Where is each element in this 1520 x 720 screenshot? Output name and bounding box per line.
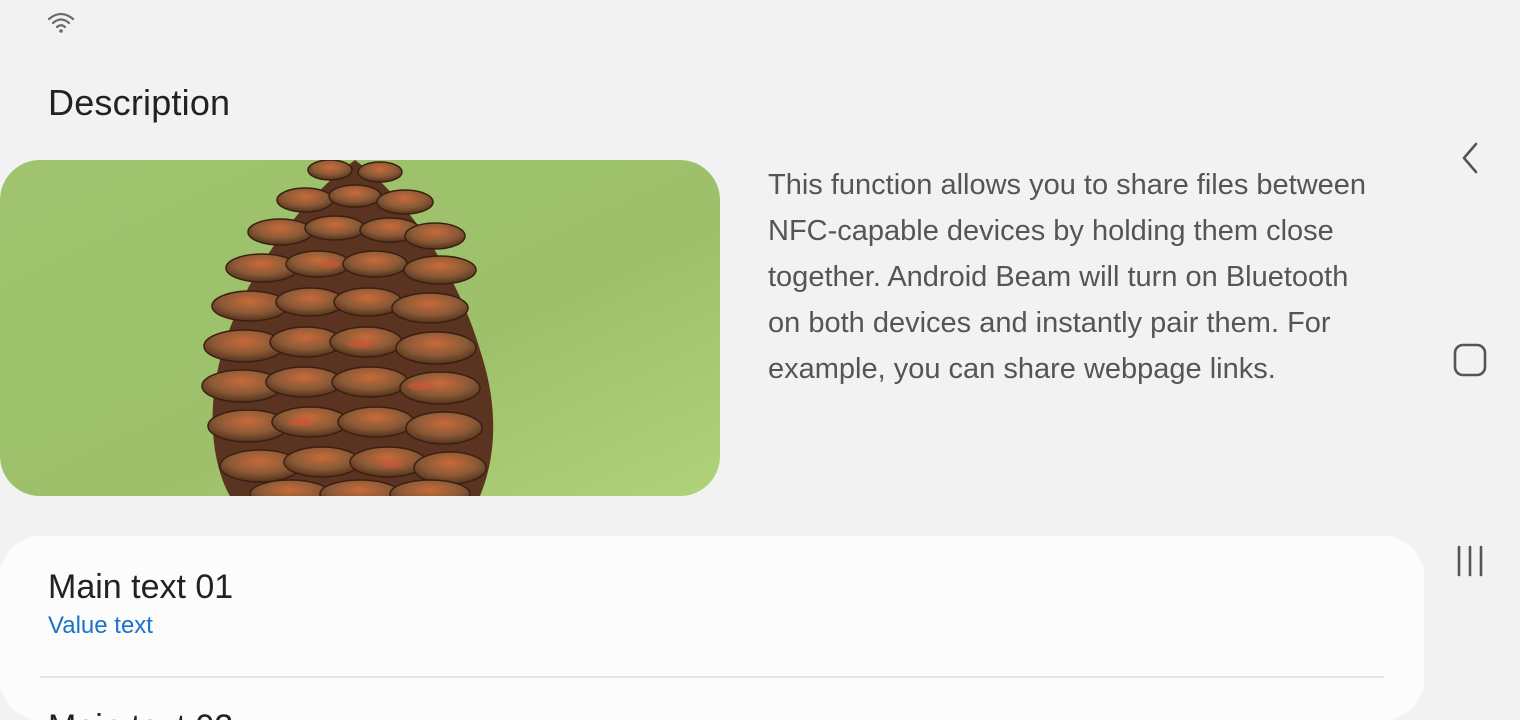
list-item[interactable]: Main text 01 Value text bbox=[48, 566, 233, 640]
back-button[interactable] bbox=[1442, 130, 1498, 186]
list-item-value-text: Value text bbox=[48, 612, 153, 639]
screen: Description This function allows you to … bbox=[0, 0, 1520, 720]
home-square-icon bbox=[1453, 343, 1487, 377]
recents-button[interactable] bbox=[1442, 533, 1498, 589]
page-title: Description bbox=[48, 82, 231, 123]
home-button[interactable] bbox=[1442, 332, 1498, 388]
list-card: Main text 01 Value text Main text 02 bbox=[0, 536, 1424, 720]
description-text: This function allows you to share files … bbox=[768, 169, 1367, 385]
divider bbox=[40, 676, 1384, 678]
list-item-main-text: Main text 02 bbox=[48, 706, 233, 720]
list-item-main-text: Main text 01 bbox=[48, 568, 234, 606]
recents-lines-icon bbox=[1457, 545, 1483, 577]
status-bar bbox=[46, 10, 76, 36]
wifi-icon bbox=[47, 12, 75, 33]
list-item[interactable]: Main text 02 bbox=[48, 706, 233, 720]
pinecone-image bbox=[0, 160, 720, 496]
back-chevron-icon bbox=[1462, 142, 1478, 174]
navigation-bar bbox=[1420, 0, 1520, 720]
